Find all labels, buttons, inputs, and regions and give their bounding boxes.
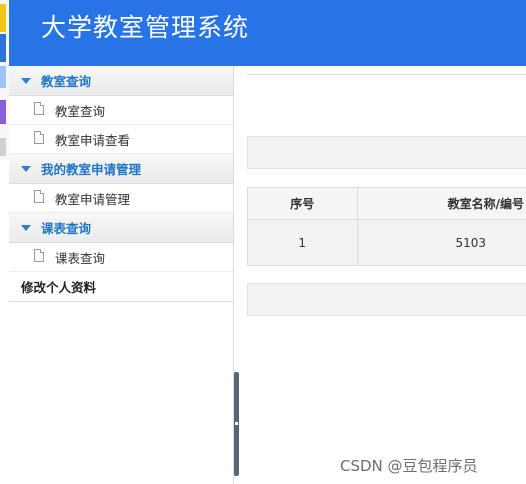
- sidebar-group-profile[interactable]: 修改个人资料: [9, 272, 233, 302]
- sidebar-nav: 教室查询 教室查询 教室申请查看 我的教室申请管理 教室申请管理 课表查询 课表…: [9, 66, 234, 484]
- sidebar-group-schedule-query[interactable]: 课表查询: [9, 213, 233, 243]
- triangle-down-icon: [21, 165, 31, 172]
- edge-marker: [0, 138, 6, 156]
- app-title: 大学教室管理系统: [41, 13, 250, 42]
- table-row[interactable]: 1 5103: [248, 220, 526, 265]
- document-icon: [34, 189, 44, 203]
- sidebar-group-label: 教室查询: [41, 74, 92, 89]
- classroom-table: 序号 教室名称/编号 1 5103: [247, 187, 526, 266]
- triangle-down-icon: [21, 224, 31, 231]
- app-window: 大学教室管理系统 教室查询 教室查询 教室申请查看 我的教室申请管理 教室申请管…: [0, 0, 526, 484]
- window-edge: [0, 0, 9, 160]
- table-header-row: 序号 教室名称/编号: [248, 188, 526, 220]
- divider: [247, 74, 526, 75]
- sidebar-group-label: 课表查询: [41, 221, 92, 236]
- document-icon: [34, 130, 44, 144]
- sidebar-item-application-view[interactable]: 教室申请查看: [9, 125, 233, 154]
- grip-icon: [235, 422, 238, 425]
- sidebar-item-label: 教室申请管理: [55, 191, 131, 207]
- table-cell-classroom: 5103: [357, 220, 526, 265]
- edge-marker: [0, 66, 6, 88]
- sidebar-group-label: 我的教室申请管理: [41, 162, 142, 177]
- edge-marker: [0, 4, 6, 32]
- search-toolbar: [247, 136, 526, 169]
- triangle-down-icon: [21, 77, 31, 84]
- main-content: 序号 教室名称/编号 1 5103: [239, 66, 526, 484]
- edge-marker: [0, 100, 6, 124]
- table-cell-index: 1: [248, 220, 358, 265]
- edge-marker: [0, 34, 6, 62]
- document-icon: [34, 248, 44, 262]
- column-header-index: 序号: [248, 188, 358, 220]
- sidebar-group-my-applications[interactable]: 我的教室申请管理: [9, 154, 233, 184]
- app-header: 大学教室管理系统: [9, 0, 526, 66]
- sidebar-item-label: 教室查询: [55, 103, 106, 119]
- pagination-bar: [247, 283, 526, 316]
- watermark-text: CSDN @豆包程序员: [340, 457, 478, 475]
- sidebar-item-label: 课表查询: [55, 250, 106, 266]
- sidebar-item-application-manage[interactable]: 教室申请管理: [9, 184, 233, 213]
- column-header-classroom: 教室名称/编号: [357, 188, 526, 220]
- sidebar-item-classroom-query[interactable]: 教室查询: [9, 96, 233, 125]
- document-icon: [34, 101, 44, 115]
- sidebar-group-classroom-query[interactable]: 教室查询: [9, 66, 233, 96]
- sidebar-item-schedule-query[interactable]: 课表查询: [9, 243, 233, 272]
- sidebar-item-label: 教室申请查看: [55, 132, 131, 148]
- sidebar-group-label: 修改个人资料: [21, 280, 97, 295]
